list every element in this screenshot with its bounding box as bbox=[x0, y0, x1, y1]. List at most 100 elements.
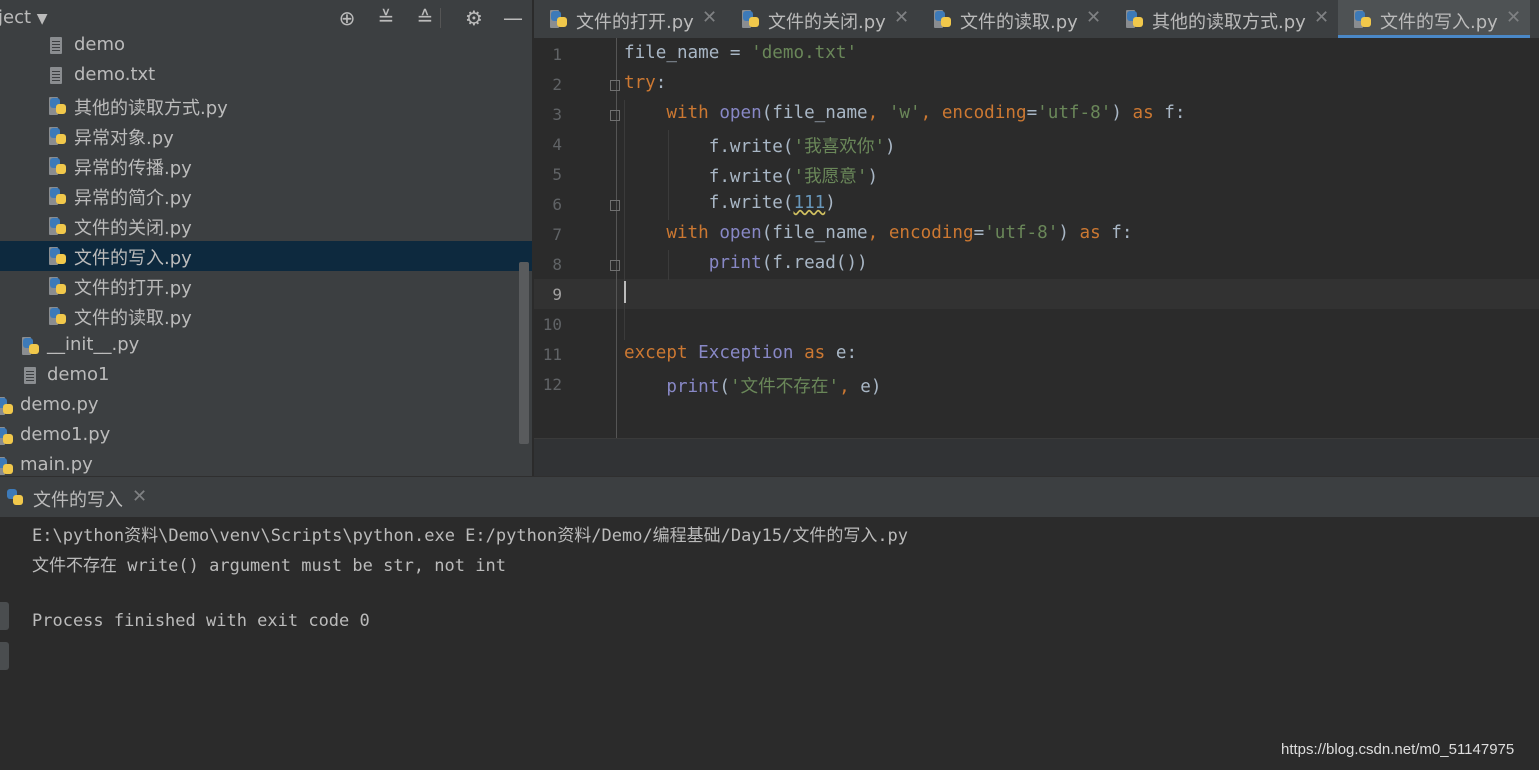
code-line: file_name = 'demo.txt' bbox=[624, 43, 858, 63]
tree-item[interactable]: 文件的关闭.py bbox=[0, 211, 532, 241]
editor-breadcrumb-bar bbox=[534, 438, 1539, 477]
tree-item[interactable]: 异常对象.py bbox=[0, 121, 532, 151]
code-line: with open(file_name, 'w', encoding='utf-… bbox=[666, 103, 1186, 123]
tab-file-open[interactable]: 文件的打开.py ✕ bbox=[534, 0, 726, 38]
tree-item-label: 文件的关闭.py bbox=[74, 218, 192, 239]
code-line: except Exception as e: bbox=[624, 343, 858, 363]
line-number: 9 bbox=[552, 285, 562, 304]
line-number: 11 bbox=[542, 345, 562, 364]
locate-icon[interactable]: ⊕ bbox=[335, 6, 359, 30]
line-number: 2 bbox=[552, 75, 562, 94]
line-number: 10 bbox=[542, 315, 562, 334]
python-file-icon bbox=[49, 157, 67, 175]
tab-file-close[interactable]: 文件的关闭.py ✕ bbox=[726, 0, 918, 38]
current-line-highlight bbox=[534, 279, 1539, 309]
tree-item-label: demo1 bbox=[47, 364, 110, 385]
tree-item-label: 异常的简介.py bbox=[74, 188, 192, 209]
line-number: 3 bbox=[552, 105, 562, 124]
minimize-icon[interactable]: — bbox=[501, 6, 525, 30]
tree-item-label: __init__.py bbox=[47, 334, 140, 355]
text-file-icon bbox=[50, 67, 62, 84]
close-icon[interactable]: ✕ bbox=[702, 7, 717, 28]
tree-item-label: 异常对象.py bbox=[74, 128, 174, 149]
stop-button[interactable] bbox=[0, 642, 9, 670]
project-title[interactable]: ject ▼ bbox=[0, 7, 48, 28]
tree-item[interactable]: demo.py bbox=[0, 391, 532, 421]
tab-other-read[interactable]: 其他的读取方式.py ✕ bbox=[1110, 0, 1338, 38]
line-number: 5 bbox=[552, 165, 562, 184]
tree-item[interactable]: 异常的简介.py bbox=[0, 181, 532, 211]
project-scrollbar[interactable] bbox=[519, 262, 529, 444]
tree-item-label: 文件的打开.py bbox=[74, 278, 192, 299]
tree-item-label: 异常的传播.py bbox=[74, 158, 192, 179]
run-toolbar-strip bbox=[0, 600, 10, 770]
tree-item-label: demo.py bbox=[20, 394, 99, 415]
close-icon[interactable]: ✕ bbox=[132, 486, 147, 507]
close-icon[interactable]: ✕ bbox=[1506, 7, 1521, 28]
console-line: 文件不存在 write() argument must be str, not … bbox=[32, 556, 506, 576]
code-line: f.write('我愿意') bbox=[624, 167, 879, 187]
python-run-icon bbox=[6, 488, 24, 506]
python-file-icon bbox=[49, 127, 67, 145]
python-file-icon bbox=[1126, 10, 1144, 28]
header-divider bbox=[440, 8, 441, 28]
tree-item[interactable]: 文件的读取.py bbox=[0, 301, 532, 331]
python-file-icon bbox=[934, 10, 952, 28]
tree-item[interactable]: main.py bbox=[0, 451, 532, 476]
line-number: 6 bbox=[552, 195, 562, 214]
fold-marker-icon[interactable] bbox=[610, 260, 620, 271]
tree-item-label: 文件的读取.py bbox=[74, 308, 192, 329]
tree-item[interactable]: demo.txt bbox=[0, 61, 532, 91]
console-line: E:\python资料\Demo\venv\Scripts\python.exe… bbox=[32, 526, 909, 546]
python-file-icon bbox=[0, 427, 14, 445]
text-file-icon bbox=[50, 37, 62, 54]
close-icon[interactable]: ✕ bbox=[1314, 7, 1329, 28]
gutter-divider bbox=[616, 38, 617, 438]
python-file-icon bbox=[49, 187, 67, 205]
tree-item[interactable]: 文件的打开.py bbox=[0, 271, 532, 301]
chevron-down-icon[interactable]: ▼ bbox=[37, 11, 48, 27]
tree-item-selected[interactable]: 文件的写入.py bbox=[0, 241, 532, 271]
tab-label: 文件的写入.py bbox=[1380, 12, 1498, 33]
tree-item-label: demo bbox=[74, 34, 126, 55]
tab-label: 文件的关闭.py bbox=[768, 12, 886, 33]
tab-file-write[interactable]: 文件的写入.py ✕ bbox=[1338, 0, 1530, 38]
code-line: f.write('我喜欢你') bbox=[624, 137, 896, 157]
python-file-icon bbox=[1354, 10, 1372, 28]
line-number: 12 bbox=[542, 375, 562, 394]
editor-tab-bar: 文件的打开.py ✕ 文件的关闭.py ✕ 文件的读取.py ✕ 其他的读取方式… bbox=[534, 0, 1539, 38]
python-file-icon bbox=[49, 277, 67, 295]
tab-label: 其他的读取方式.py bbox=[1152, 12, 1306, 33]
watermark-url: https://blog.csdn.net/m0_51147975 bbox=[1281, 741, 1515, 758]
collapse-all-icon[interactable]: ≙ bbox=[413, 6, 437, 30]
expand-all-icon[interactable]: ≚ bbox=[374, 6, 398, 30]
tree-item-label: main.py bbox=[20, 454, 93, 475]
tree-item[interactable]: demo bbox=[0, 31, 532, 61]
code-line: f.write(111) bbox=[624, 193, 836, 213]
fold-marker-icon[interactable] bbox=[610, 80, 620, 91]
tree-item[interactable]: demo1.py bbox=[0, 421, 532, 451]
gear-icon[interactable]: ⚙ bbox=[462, 6, 486, 30]
close-icon[interactable]: ✕ bbox=[894, 7, 909, 28]
code-line: print(f.read()) bbox=[708, 253, 868, 273]
console-line: Process finished with exit code 0 bbox=[32, 611, 370, 631]
tree-item[interactable]: demo1 bbox=[0, 361, 532, 391]
code-line: with open(file_name, encoding='utf-8') a… bbox=[666, 223, 1133, 243]
tree-item[interactable]: 异常的传播.py bbox=[0, 151, 532, 181]
tree-item-label: 文件的写入.py bbox=[74, 248, 192, 269]
python-file-icon bbox=[49, 217, 67, 235]
fold-marker-icon[interactable] bbox=[610, 110, 620, 121]
line-number: 7 bbox=[552, 225, 562, 244]
tree-item[interactable]: 其他的读取方式.py bbox=[0, 91, 532, 121]
code-line: try: bbox=[624, 73, 667, 93]
tab-file-read[interactable]: 文件的读取.py ✕ bbox=[918, 0, 1110, 38]
tree-item[interactable]: __init__.py bbox=[0, 331, 532, 361]
close-icon[interactable]: ✕ bbox=[1086, 7, 1101, 28]
fold-marker-icon[interactable] bbox=[610, 200, 620, 211]
rerun-button[interactable] bbox=[0, 602, 9, 630]
run-tab-label[interactable]: 文件的写入 bbox=[33, 486, 123, 512]
tree-item-label: 其他的读取方式.py bbox=[74, 98, 228, 119]
line-number: 8 bbox=[552, 255, 562, 274]
python-file-icon bbox=[22, 337, 40, 355]
line-number: 1 bbox=[552, 45, 562, 64]
